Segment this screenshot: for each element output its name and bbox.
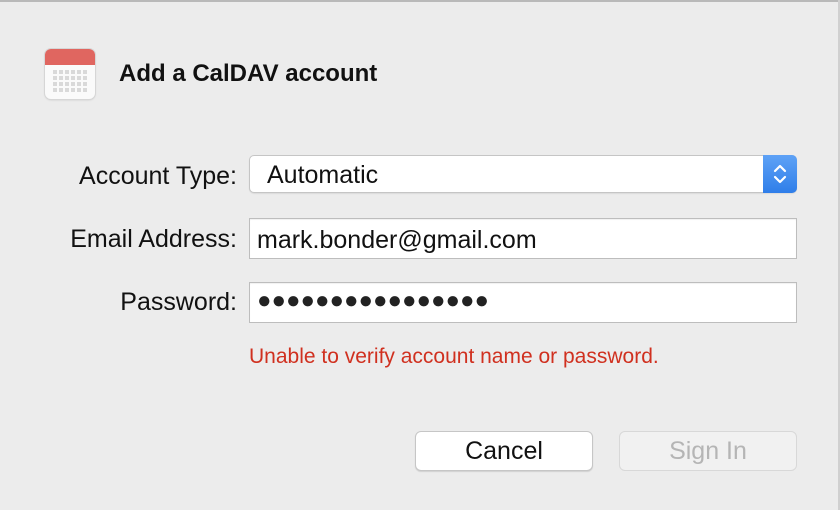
password-value: ●●●●●●●●●●●●●●●● [257,287,489,314]
error-message: Unable to verify account name or passwor… [249,345,659,368]
password-field[interactable]: ●●●●●●●●●●●●●●●● [249,282,797,323]
cancel-button[interactable]: Cancel [415,431,593,471]
email-field[interactable]: mark.bonder@gmail.com [249,218,797,259]
sign-in-button[interactable]: Sign In [619,431,797,471]
password-label: Password: [120,288,237,316]
email-label: Email Address: [70,225,237,253]
calendar-icon [45,49,95,99]
account-type-select[interactable]: Automatic [249,155,797,193]
email-value: mark.bonder@gmail.com [257,226,537,254]
window-top-border [0,0,840,2]
account-type-value: Automatic [267,161,379,189]
account-type-label: Account Type: [79,162,237,190]
stepper-arrows-icon[interactable] [763,155,797,193]
dialog-title: Add a CalDAV account [119,60,378,87]
